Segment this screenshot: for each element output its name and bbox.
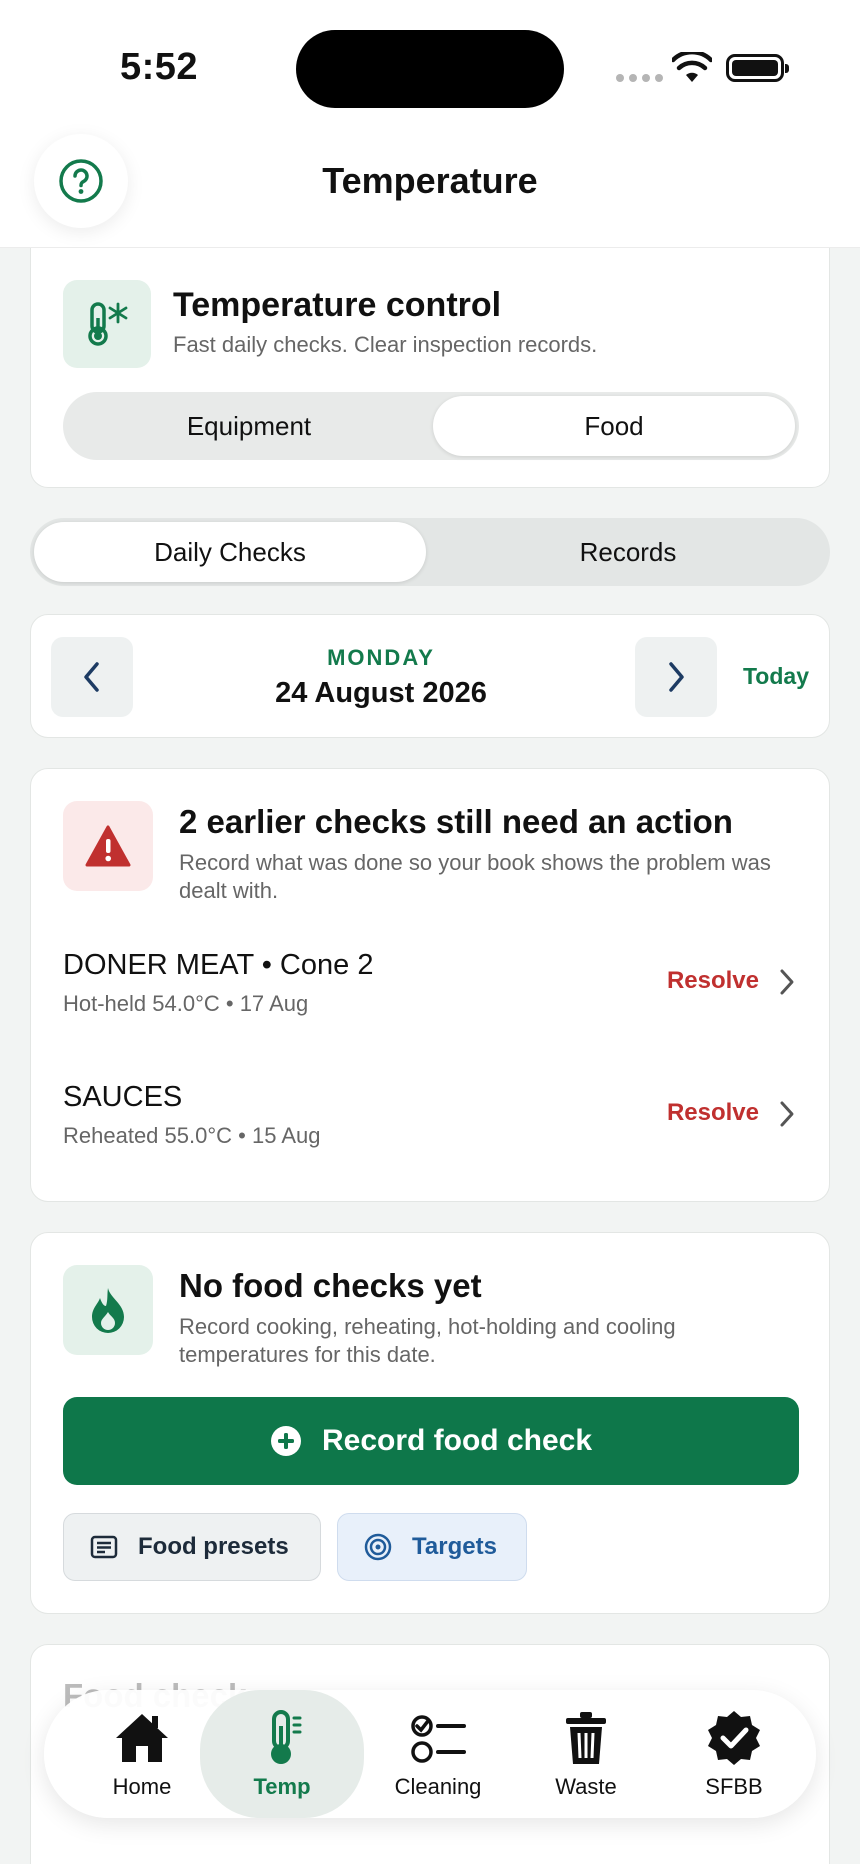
- outstanding-actions-card: 2 earlier checks still need an action Re…: [30, 768, 830, 1202]
- chevron-right-icon: [669, 662, 684, 692]
- action-item-detail: Hot-held 54.0°C • 17 Aug: [63, 991, 309, 1016]
- resolve-button[interactable]: Resolve: [667, 967, 759, 995]
- today-button[interactable]: Today: [743, 663, 809, 690]
- trash-icon: [566, 1712, 606, 1764]
- nav-home-label: Home: [112, 1774, 172, 1799]
- nav-sfbb[interactable]: SFBB: [660, 1690, 808, 1818]
- temperature-control-subtitle: Fast daily checks. Clear inspection reco…: [173, 332, 598, 357]
- actions-title: 2 earlier checks still need an action: [179, 803, 733, 840]
- temperature-control-title: Temperature control: [173, 286, 502, 324]
- food-checks-subtitle: Record cooking, reheating, hot-holding a…: [179, 1314, 676, 1367]
- temperature-control-card: Temperature control Fast daily checks. C…: [30, 248, 830, 488]
- nav-cleaning[interactable]: Cleaning: [364, 1690, 512, 1818]
- action-item-name: DONER MEAT • Cone 2: [63, 949, 374, 981]
- food-checks-card: No food checks yet Record cooking, rehea…: [30, 1232, 830, 1614]
- verified-badge-icon: [708, 1711, 760, 1765]
- next-day-button[interactable]: [635, 637, 717, 717]
- food-presets-button[interactable]: Food presets: [63, 1513, 321, 1581]
- chevron-right-icon: [780, 1101, 794, 1127]
- nav-home[interactable]: Home: [68, 1690, 216, 1818]
- current-date: 24 August 2026: [275, 677, 487, 709]
- checklist-icon: [411, 1715, 466, 1763]
- target-icon: [364, 1533, 392, 1561]
- tab-daily-checks[interactable]: Daily Checks: [34, 522, 426, 582]
- actions-subtitle: Record what was done so your book shows …: [179, 850, 771, 903]
- thermometer-snowflake-icon: [63, 280, 151, 368]
- app-header: Temperature: [0, 120, 860, 248]
- action-item-detail: Reheated 55.0°C • 15 Aug: [63, 1123, 321, 1148]
- chevron-right-icon: [780, 969, 794, 995]
- home-icon: [116, 1714, 168, 1762]
- targets-label: Targets: [412, 1533, 497, 1560]
- page-title: Temperature: [322, 160, 538, 201]
- segment-food[interactable]: Food: [433, 396, 795, 456]
- food-presets-label: Food presets: [138, 1533, 289, 1560]
- thermometer-icon: [271, 1710, 302, 1764]
- segment-equipment[interactable]: Equipment: [67, 396, 431, 456]
- nav-waste[interactable]: Waste: [512, 1690, 660, 1818]
- plus-circle-icon: [270, 1426, 301, 1456]
- warning-triangle-icon: [63, 801, 153, 891]
- food-checks-title: No food checks yet: [179, 1267, 482, 1304]
- flame-icon: [63, 1265, 153, 1355]
- wifi-icon: [672, 52, 712, 82]
- battery-icon: [726, 54, 789, 82]
- action-item-doner-meat[interactable]: DONER MEAT • Cone 2 Hot-held 54.0°C • 17…: [63, 949, 799, 1029]
- cellular-signal-icon: [616, 74, 663, 82]
- view-tabs: Daily Checks Records: [30, 518, 830, 586]
- date-navigator: MONDAY 24 August 2026 Today: [30, 614, 830, 738]
- resolve-button[interactable]: Resolve: [667, 1099, 759, 1127]
- record-food-check-label: Record food check: [321, 1424, 593, 1457]
- nav-cleaning-label: Cleaning: [394, 1774, 482, 1799]
- record-food-check-button[interactable]: Record food check: [63, 1397, 799, 1485]
- day-name: MONDAY: [327, 645, 435, 670]
- action-item-sauces[interactable]: SAUCES Reheated 55.0°C • 15 Aug Resolve: [63, 1081, 799, 1161]
- nav-temp[interactable]: Temp: [200, 1690, 364, 1818]
- nav-sfbb-label: SFBB: [705, 1774, 763, 1799]
- equipment-food-toggle: Equipment Food: [63, 392, 799, 460]
- tab-records[interactable]: Records: [430, 522, 826, 582]
- dynamic-island: [296, 30, 564, 108]
- bottom-navigation: Home Temp Cleaning Waste SFBB: [44, 1690, 816, 1818]
- action-item-name: SAUCES: [63, 1081, 183, 1113]
- nav-temp-label: Temp: [253, 1774, 311, 1799]
- status-bar: 5:52: [0, 0, 860, 130]
- status-time: 5:52: [120, 46, 199, 88]
- nav-waste-label: Waste: [555, 1774, 617, 1799]
- list-icon: [90, 1535, 118, 1559]
- targets-button[interactable]: Targets: [337, 1513, 527, 1581]
